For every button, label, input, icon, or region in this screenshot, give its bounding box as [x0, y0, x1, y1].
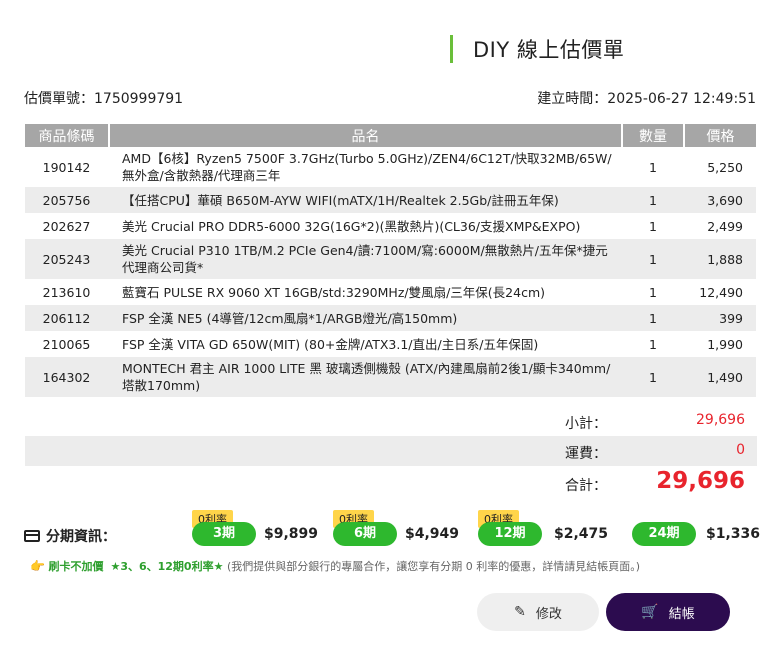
subtotal-value: 29,696	[696, 412, 745, 428]
cell-code: 206112	[25, 305, 109, 331]
header-name: 品名	[109, 124, 623, 147]
cell-name: 美光 Crucial PRO DDR5-6000 32G(16G*2)(黑散熱片…	[122, 218, 581, 234]
installment-period-pill: 6期	[333, 522, 397, 546]
no-surcharge-text: 刷卡不加價	[48, 560, 104, 573]
cell-qty: 1	[622, 305, 684, 331]
cell-price: 399	[684, 305, 756, 331]
cell-name: FSP 全漢 VITA GD 650W(MIT) (80+金牌/ATX3.1/直…	[122, 336, 539, 352]
cell-qty: 1	[649, 336, 657, 352]
zero-interest-text: ★3、6、12期0利率★	[110, 560, 224, 573]
checkout-button[interactable]: 🛒 結帳	[606, 593, 730, 631]
cell-code: 205756	[25, 187, 109, 213]
cell-price: 1,490	[684, 357, 756, 397]
created-time-value: 2025-06-27 12:49:51	[607, 91, 756, 107]
cell-name: FSP 全漢 NE5 (4導管/12cm風扇*1/ARGB燈光/高150mm)	[109, 305, 622, 331]
table-row: 190142 AMD【6核】Ryzen5 7500F 3.7GHz(Turbo …	[25, 147, 756, 187]
quote-number-label: 估價單號：	[24, 91, 94, 107]
cell-code: 202627	[42, 218, 91, 234]
cell-code: 190142	[42, 159, 91, 175]
cell-name: 【任搭CPU】華碩 B650M-AYW WIFI(mATX/1H/Realtek…	[109, 187, 622, 213]
header-code: 商品條碼	[25, 124, 110, 147]
edit-button[interactable]: ✎ 修改	[477, 593, 599, 631]
cart-icon: 🛒	[641, 604, 659, 620]
installment-info-label: 分期資訊：	[24, 526, 116, 546]
quote-number-value: 1750999791	[94, 91, 184, 107]
cell-code: 213610	[42, 284, 91, 300]
cell-name: 藍寶石 PULSE RX 9060 XT 16GB/std:3290MHz/雙風…	[122, 284, 546, 300]
header-qty: 數量	[622, 124, 685, 147]
table-row: 205243 美光 Crucial P310 1TB/M.2 PCIe Gen4…	[25, 239, 756, 279]
edit-button-label: 修改	[535, 606, 562, 622]
cell-qty: 1	[622, 239, 684, 279]
shipping-row: 運費： 0	[25, 436, 757, 466]
cell-qty: 1	[649, 284, 657, 300]
cell-price: 2,499	[707, 218, 743, 234]
installment-option-6[interactable]: 0利率 6期 $4,949	[333, 510, 463, 550]
cell-price: 1,888	[684, 239, 756, 279]
total-row: 合計： 29,696	[25, 468, 757, 498]
pointing-hand-icon: 👉	[30, 559, 45, 573]
installment-option-3[interactable]: 0利率 3期 $9,899	[192, 510, 322, 550]
cell-code: 210065	[42, 336, 91, 352]
installment-amount: $2,475	[554, 526, 609, 542]
table-header-row: 商品條碼 品名 數量 價格	[25, 124, 756, 147]
cell-price: 12,490	[699, 284, 743, 300]
total-value: 29,696	[656, 468, 745, 494]
cell-qty: 1	[649, 159, 657, 175]
cell-name: AMD【6核】Ryzen5 7500F 3.7GHz(Turbo 5.0GHz)…	[122, 151, 612, 183]
installment-option-24[interactable]: 24期 $1,336	[632, 510, 761, 550]
shipping-label: 運費：	[565, 446, 607, 462]
table-row: 202627 美光 Crucial PRO DDR5-6000 32G(16G*…	[25, 213, 756, 239]
installment-period-pill: 12期	[478, 522, 542, 546]
total-label: 合計：	[565, 478, 607, 494]
installment-amount: $9,899	[264, 526, 319, 542]
table-row: 205756 【任搭CPU】華碩 B650M-AYW WIFI(mATX/1H/…	[25, 187, 756, 213]
subtotal-row: 小計： 29,696	[25, 406, 757, 436]
title-accent-bar	[450, 35, 453, 63]
cell-price: 5,250	[707, 159, 743, 175]
installment-period-pill: 3期	[192, 522, 256, 546]
cell-name: 美光 Crucial P310 1TB/M.2 PCIe Gen4/讀:7100…	[109, 239, 622, 279]
cell-price: 1,990	[707, 336, 743, 352]
installment-option-12[interactable]: 0利率 12期 $2,475	[478, 510, 608, 550]
header-price: 價格	[684, 124, 756, 147]
cell-code: 164302	[25, 357, 109, 397]
note-detail-text: (我們提供與部分銀行的專屬合作，讓您享有分期 0 利率的優惠，詳情請見結帳頁面。…	[226, 560, 641, 573]
cell-qty: 1	[622, 357, 684, 397]
installment-amount: $4,949	[405, 526, 460, 542]
installment-amount: $1,336	[706, 526, 761, 542]
checkout-button-label: 結帳	[668, 606, 695, 622]
table-row: 206112 FSP 全漢 NE5 (4導管/12cm風扇*1/ARGB燈光/高…	[25, 305, 756, 331]
table-row: 164302 MONTECH 君主 AIR 1000 LITE 黑 玻璃透側機殼…	[25, 357, 756, 397]
table-row: 213610 藍寶石 PULSE RX 9060 XT 16GB/std:329…	[25, 279, 756, 305]
subtotal-label: 小計：	[565, 416, 607, 432]
items-table: 商品條碼 品名 數量 價格 190142 AMD【6核】Ryzen5 7500F…	[25, 124, 757, 397]
cell-price: 3,690	[684, 187, 756, 213]
credit-card-icon	[24, 530, 40, 542]
installment-note: 👉 刷卡不加價 ★3、6、12期0利率★ (我們提供與部分銀行的專屬合作，讓您享…	[30, 558, 640, 574]
cell-qty: 1	[622, 187, 684, 213]
page-title: DIY 線上估價單	[473, 38, 625, 62]
page-title-block: DIY 線上估價單	[450, 34, 624, 64]
cell-qty: 1	[649, 218, 657, 234]
installment-period-pill: 24期	[632, 522, 696, 546]
cell-name: MONTECH 君主 AIR 1000 LITE 黑 玻璃透側機殼 (ATX/內…	[109, 357, 622, 397]
table-row: 210065 FSP 全漢 VITA GD 650W(MIT) (80+金牌/A…	[25, 331, 756, 357]
quote-number: 估價單號：1750999791	[24, 88, 183, 108]
shipping-value: 0	[736, 442, 745, 458]
installment-label-text: 分期資訊：	[46, 529, 116, 545]
created-time: 建立時間：2025-06-27 12:49:51	[537, 88, 756, 108]
created-time-label: 建立時間：	[537, 91, 608, 107]
pencil-icon: ✎	[514, 604, 526, 620]
cell-code: 205243	[25, 239, 109, 279]
